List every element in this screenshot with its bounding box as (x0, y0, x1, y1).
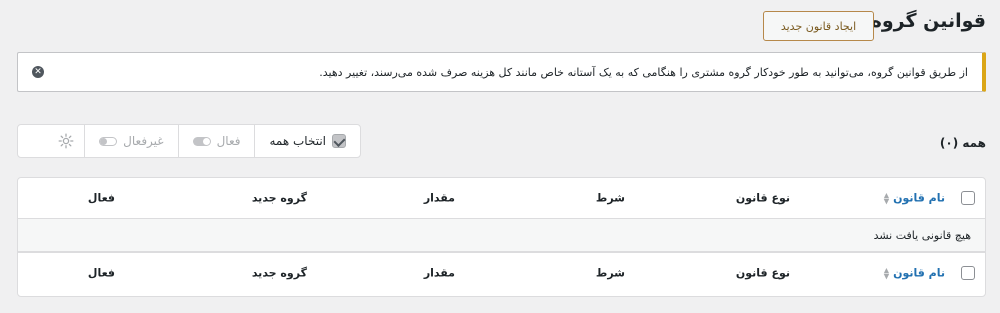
column-active-footer: فعال (87, 266, 115, 280)
column-amount-header: مقدار (423, 191, 455, 205)
toggle-on-icon (192, 136, 211, 146)
column-condition-header: شرط (595, 191, 625, 205)
select-all-rows-checkbox-footer[interactable] (961, 266, 975, 280)
deactivate-button[interactable]: غیرفعال (84, 125, 177, 157)
notice-text: از طریق قوانین گروه، می‌توانید به طور خو… (319, 65, 968, 79)
sort-icon: ▲ ▼ (883, 266, 890, 280)
select-all-rows-checkbox[interactable] (961, 191, 975, 205)
column-group-header: گروه جدید (251, 191, 307, 205)
select-all-button[interactable]: انتخاب همه (254, 125, 360, 157)
bulk-actions-bar: انتخاب همه فعال غیرفعال (17, 124, 361, 158)
page-title: قوانین گروه (870, 10, 986, 32)
table-footer-row: نام قانون ▲ ▼ نوع قانون شرط مقدار گروه جد… (18, 252, 985, 293)
column-name-header[interactable]: نام قانون ▲ ▼ (884, 192, 945, 205)
info-notice: از طریق قوانین گروه، می‌توانید به طور خو… (17, 52, 986, 92)
column-name-footer[interactable]: نام قانون ▲ ▼ (884, 267, 945, 280)
rules-table: نام قانون ▲ ▼ نوع قانون شرط مقدار گروه جد… (17, 177, 986, 297)
settings-button[interactable] (48, 125, 84, 157)
column-amount-footer: مقدار (423, 266, 455, 280)
activate-button[interactable]: فعال (177, 125, 255, 157)
filter-all[interactable]: همه (۰) (940, 136, 986, 150)
column-name-label: نام قانون (893, 191, 945, 205)
column-type-header: نوع قانون (735, 191, 790, 205)
dismiss-icon[interactable]: ✕ (32, 66, 44, 78)
column-condition-footer: شرط (595, 266, 625, 280)
empty-message: هیچ قانونی یافت نشد (873, 228, 971, 242)
column-active-header: فعال (87, 191, 115, 205)
toggle-off-icon (99, 136, 118, 146)
empty-row: هیچ قانونی یافت نشد (18, 219, 985, 252)
gear-icon (58, 133, 74, 149)
column-name-label: نام قانون (893, 266, 945, 280)
sort-icon: ▲ ▼ (883, 191, 890, 205)
deactivate-label: غیرفعال (123, 134, 164, 148)
create-rule-button[interactable]: ایجاد قانون جدید (763, 11, 874, 41)
select-all-label: انتخاب همه (269, 134, 326, 148)
column-type-footer: نوع قانون (735, 266, 790, 280)
select-all-checkbox[interactable] (332, 134, 346, 148)
column-group-footer: گروه جدید (251, 266, 307, 280)
activate-label: فعال (216, 134, 241, 148)
table-header-row: نام قانون ▲ ▼ نوع قانون شرط مقدار گروه جد… (18, 178, 985, 219)
